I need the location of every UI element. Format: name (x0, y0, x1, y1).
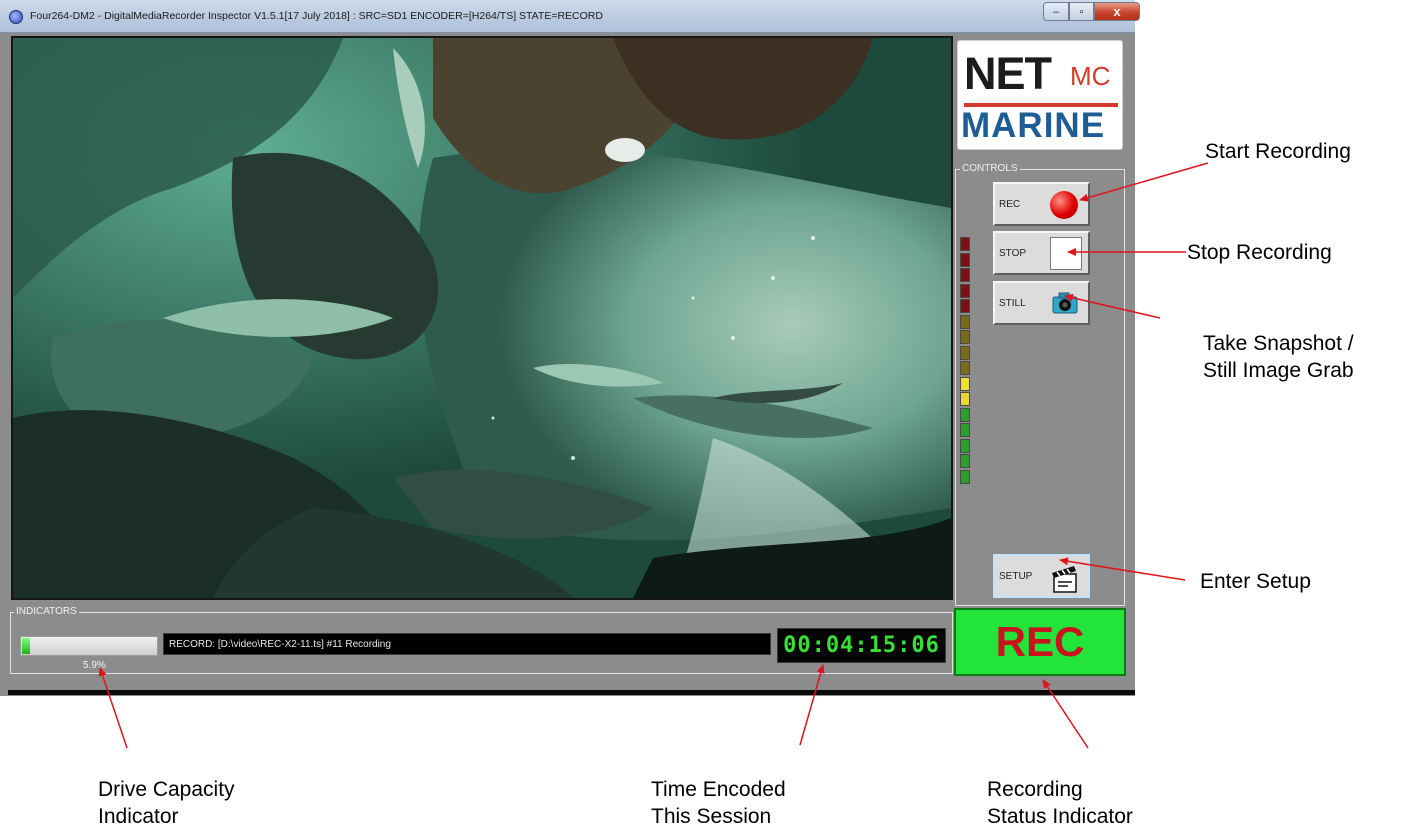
netmc-marine-logo: NET MC MARINE (957, 40, 1123, 150)
controls-group-label: CONTROLS (960, 163, 1020, 175)
level-meter-segment (960, 361, 970, 375)
annotation-status-line2: Status Indicator (987, 805, 1133, 828)
close-button[interactable]: x (1094, 2, 1140, 21)
level-meter-segment (960, 299, 970, 313)
video-preview (11, 36, 953, 600)
app-icon (9, 10, 23, 24)
timecode-display: 00:04:15:06 (777, 628, 946, 663)
stop-button-label: STOP (999, 248, 1027, 259)
level-meter-segment (960, 314, 970, 329)
annotation-snapshot-line1: Take Snapshot / (1203, 332, 1354, 355)
window-controls: ‒ ▫ x (1043, 2, 1140, 21)
minimize-button[interactable]: ‒ (1043, 2, 1069, 21)
logo-marine-text: MARINE (961, 106, 1106, 145)
annotation-stop-recording: Stop Recording (1187, 241, 1332, 264)
level-meter-segment (960, 345, 970, 360)
level-meter-segment (960, 469, 970, 484)
annotation-drive-line2: Indicator (98, 805, 179, 828)
clapperboard-icon (1052, 566, 1077, 593)
annotation-time-line2: This Session (651, 805, 772, 828)
rec-button[interactable]: REC (993, 182, 1090, 226)
annotation-snapshot-line2: Still Image Grab (1203, 359, 1354, 382)
level-meter-segment (960, 252, 970, 267)
record-icon (1050, 191, 1078, 219)
drive-capacity-bar (20, 636, 158, 656)
title-bar: Four264-DM2 - DigitalMediaRecorder Inspe… (0, 0, 1140, 33)
recording-status-indicator: REC (954, 608, 1126, 676)
level-meter-segment (960, 423, 970, 437)
maximize-button[interactable]: ▫ (1069, 2, 1094, 21)
annotation-drive-line1: Drive Capacity (98, 778, 235, 801)
rec-button-label: REC (999, 199, 1021, 210)
logo-net-text: NET (964, 48, 1052, 99)
level-meter-segment (960, 268, 970, 282)
setup-button[interactable]: SETUP (993, 554, 1090, 598)
level-meter-segment (960, 237, 970, 251)
status-line: RECORD: [D:\video\REC-X2-11.ts] #11 Reco… (163, 633, 771, 655)
drive-capacity-fill (22, 638, 30, 654)
indicators-group-label: INDICATORS (14, 606, 79, 618)
stop-button[interactable]: STOP (993, 231, 1090, 275)
annotation-status-line1: Recording (987, 778, 1083, 801)
still-button[interactable]: STILL (993, 281, 1090, 325)
annotation-start-recording: Start Recording (1205, 140, 1351, 163)
logo-mc-text: MC (1070, 61, 1111, 91)
underwater-video-frame (13, 38, 951, 598)
drive-capacity-percent: 5.9% (83, 660, 106, 671)
window-title: Four264-DM2 - DigitalMediaRecorder Inspe… (30, 10, 603, 22)
stop-icon (1050, 237, 1082, 270)
level-meter-segment (960, 283, 970, 298)
annotation-enter-setup: Enter Setup (1200, 570, 1311, 593)
level-meter-segment (960, 454, 970, 468)
level-meter-segment (960, 438, 970, 453)
annotation-time-line1: Time Encoded (651, 778, 786, 801)
still-button-label: STILL (999, 298, 1026, 309)
setup-button-label: SETUP (999, 571, 1033, 582)
level-meter-segment (960, 392, 970, 406)
status-line-text: RECORD: [D:\video\REC-X2-11.ts] #11 Reco… (169, 639, 391, 650)
level-meter-segment (960, 407, 970, 422)
level-meter-segment (960, 376, 970, 391)
screenshot-stage: Four264-DM2 - DigitalMediaRecorder Inspe… (0, 0, 1405, 834)
camera-icon (1052, 292, 1078, 314)
level-meter-segment (960, 330, 970, 344)
app-window: Four264-DM2 - DigitalMediaRecorder Inspe… (0, 0, 1140, 696)
audio-level-meter (960, 237, 970, 485)
window-bottom-border (8, 690, 1135, 695)
